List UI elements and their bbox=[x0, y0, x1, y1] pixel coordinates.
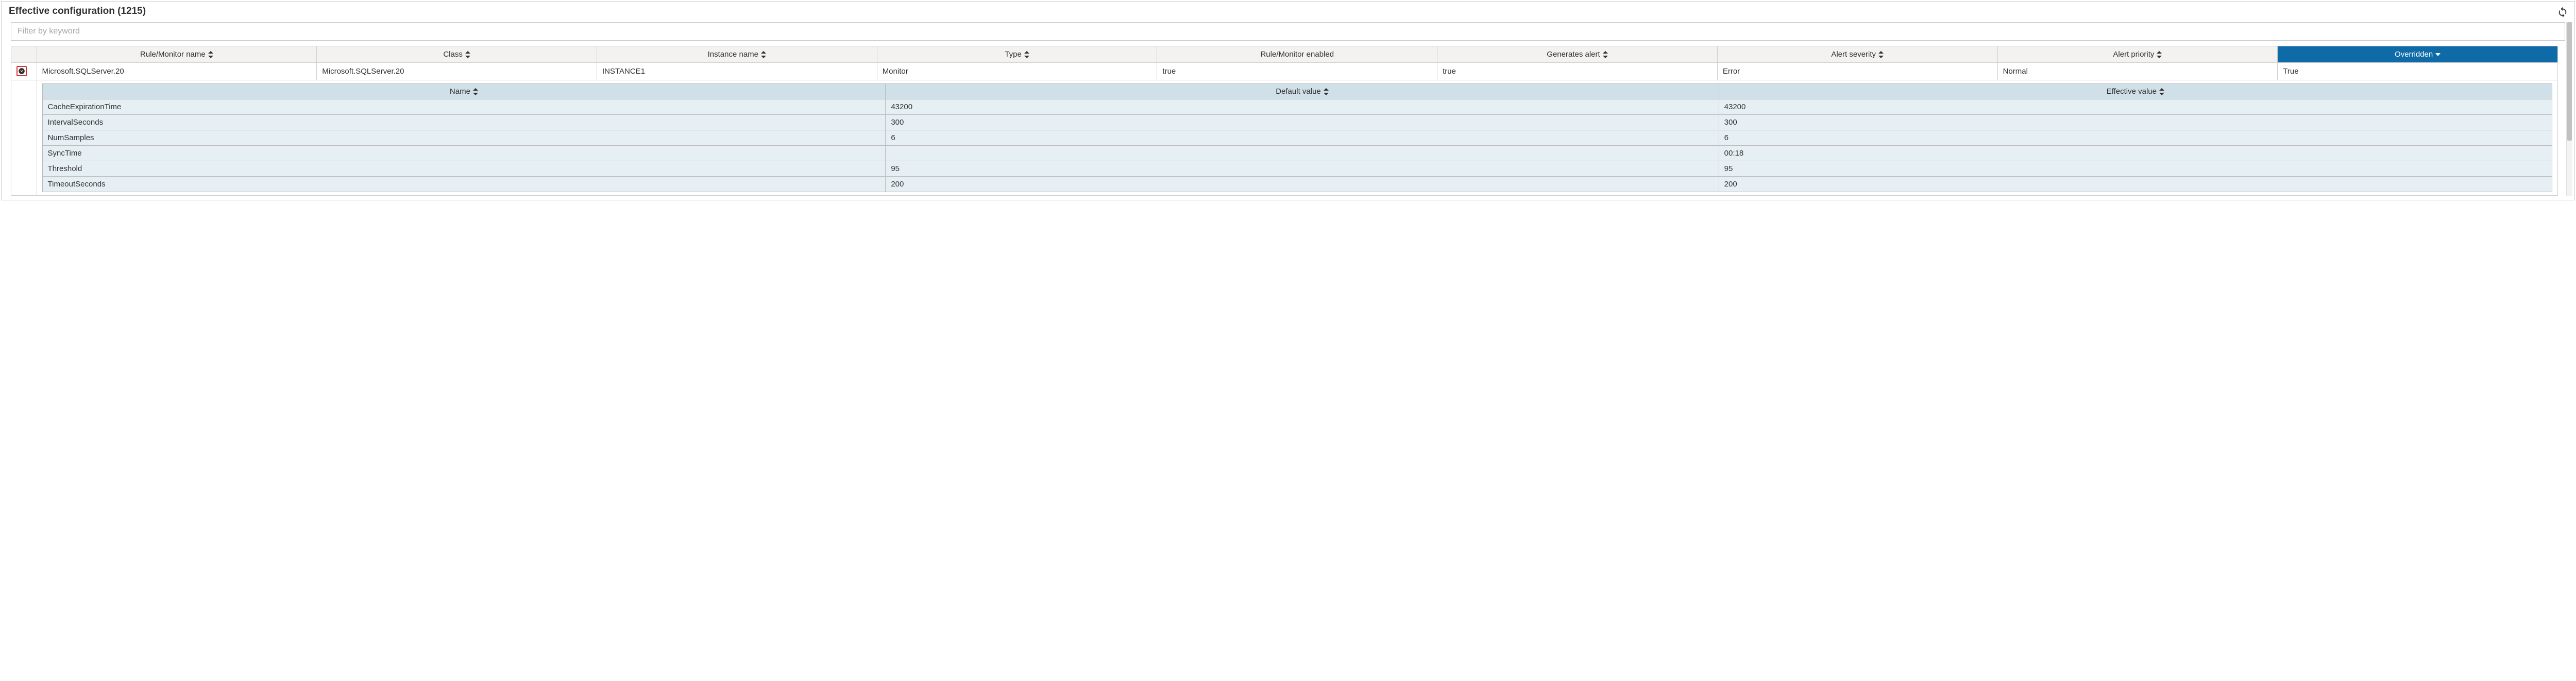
sort-icon bbox=[208, 51, 213, 58]
detail-cell-effective: 200 bbox=[1719, 177, 2552, 192]
scrollbar-thumb[interactable] bbox=[2567, 22, 2572, 141]
detail-host: Name Default value Effective value bbox=[37, 80, 2557, 196]
detail-cell-name: SyncTime bbox=[42, 146, 886, 161]
detail-row: Name Default value Effective value bbox=[11, 80, 2558, 196]
panel-body: Rule/Monitor name Class Instance name Ty… bbox=[4, 22, 2572, 196]
detail-table-row[interactable]: TimeoutSeconds200200 bbox=[42, 177, 2552, 192]
detail-header-row: Name Default value Effective value bbox=[42, 84, 2552, 99]
detail-spacer bbox=[11, 80, 37, 196]
detail-cell-effective: 43200 bbox=[1719, 99, 2552, 115]
vertical-scrollbar[interactable] bbox=[2566, 22, 2572, 196]
expand-row-button[interactable] bbox=[16, 66, 27, 76]
column-header-priority[interactable]: Alert priority bbox=[1997, 46, 2278, 63]
detail-cell-effective: 300 bbox=[1719, 115, 2552, 130]
column-label: Generates alert bbox=[1547, 50, 1600, 59]
cell-priority: Normal bbox=[1997, 63, 2278, 80]
column-header-rule-name[interactable]: Rule/Monitor name bbox=[37, 46, 317, 63]
column-header-expand bbox=[11, 46, 37, 63]
column-label: Instance name bbox=[708, 50, 758, 59]
column-label: Class bbox=[443, 50, 463, 59]
detail-cell-default: 95 bbox=[886, 161, 1719, 177]
sort-icon bbox=[2157, 51, 2162, 58]
panel-header: Effective configuration (1215) bbox=[4, 4, 2572, 22]
detail-cell-effective: 95 bbox=[1719, 161, 2552, 177]
cell-rule-name: Microsoft.SQLServer.20 bbox=[37, 63, 317, 80]
column-header-class[interactable]: Class bbox=[317, 46, 597, 63]
cell-severity: Error bbox=[1717, 63, 1997, 80]
column-label: Type bbox=[1005, 50, 1022, 59]
detail-cell-default: 43200 bbox=[886, 99, 1719, 115]
detail-table-row[interactable]: CacheExpirationTime4320043200 bbox=[42, 99, 2552, 115]
cell-overridden: True bbox=[2278, 63, 2558, 80]
detail-column-header-name[interactable]: Name bbox=[42, 84, 886, 99]
detail-cell-name: TimeoutSeconds bbox=[42, 177, 886, 192]
column-label: Effective value bbox=[2107, 87, 2157, 96]
detail-cell-effective: 00:18 bbox=[1719, 146, 2552, 161]
detail-cell-name: NumSamples bbox=[42, 130, 886, 146]
detail-cell-default: 300 bbox=[886, 115, 1719, 130]
effective-configuration-panel: Effective configuration (1215) Rule bbox=[1, 1, 2575, 200]
detail-grid: Name Default value Effective value bbox=[42, 83, 2552, 192]
column-label: Name bbox=[450, 87, 470, 96]
main-grid: Rule/Monitor name Class Instance name Ty… bbox=[11, 46, 2558, 196]
grid-header-row: Rule/Monitor name Class Instance name Ty… bbox=[11, 46, 2558, 63]
column-header-type[interactable]: Type bbox=[877, 46, 1157, 63]
detail-table-row[interactable]: IntervalSeconds300300 bbox=[42, 115, 2552, 130]
detail-column-header-default[interactable]: Default value bbox=[886, 84, 1719, 99]
filter-input[interactable] bbox=[11, 22, 2565, 41]
detail-cell-default: 200 bbox=[886, 177, 1719, 192]
detail-column-header-effective[interactable]: Effective value bbox=[1719, 84, 2552, 99]
column-label: Alert severity bbox=[1831, 50, 1876, 59]
column-label: Rule/Monitor enabled bbox=[1260, 50, 1334, 59]
sort-icon bbox=[465, 51, 470, 58]
detail-cell-name: Threshold bbox=[42, 161, 886, 177]
panel-title: Effective configuration (1215) bbox=[9, 6, 146, 17]
detail-cell-default bbox=[886, 146, 1719, 161]
sort-icon bbox=[1324, 88, 1329, 95]
refresh-icon[interactable] bbox=[2557, 6, 2568, 17]
column-header-overridden[interactable]: Overridden bbox=[2278, 46, 2558, 63]
cell-generates: true bbox=[1437, 63, 1718, 80]
column-header-generates[interactable]: Generates alert bbox=[1437, 46, 1718, 63]
detail-table-row[interactable]: NumSamples66 bbox=[42, 130, 2552, 146]
cell-type: Monitor bbox=[877, 63, 1157, 80]
detail-cell-default: 6 bbox=[886, 130, 1719, 146]
detail-cell-name: CacheExpirationTime bbox=[42, 99, 886, 115]
expand-cell bbox=[11, 63, 37, 80]
sort-icon bbox=[1878, 51, 1884, 58]
detail-table-row[interactable]: Threshold9595 bbox=[42, 161, 2552, 177]
column-label: Overridden bbox=[2395, 50, 2433, 59]
column-label: Default value bbox=[1276, 87, 1321, 96]
column-header-enabled[interactable]: Rule/Monitor enabled bbox=[1157, 46, 1437, 63]
cell-instance: INSTANCE1 bbox=[597, 63, 877, 80]
column-label: Rule/Monitor name bbox=[140, 50, 206, 59]
sort-icon bbox=[761, 51, 766, 58]
sort-icon bbox=[2159, 88, 2164, 95]
column-label: Alert priority bbox=[2113, 50, 2154, 59]
sort-desc-icon bbox=[2435, 53, 2441, 56]
detail-cell-effective: 6 bbox=[1719, 130, 2552, 146]
sort-icon bbox=[1024, 51, 1029, 58]
cell-enabled: true bbox=[1157, 63, 1437, 80]
column-header-severity[interactable]: Alert severity bbox=[1717, 46, 1997, 63]
sort-icon bbox=[473, 88, 478, 95]
detail-table-row[interactable]: SyncTime 00:18 bbox=[42, 146, 2552, 161]
detail-cell-name: IntervalSeconds bbox=[42, 115, 886, 130]
grid-container: Rule/Monitor name Class Instance name Ty… bbox=[11, 46, 2565, 196]
table-row[interactable]: Microsoft.SQLServer.20 Microsoft.SQLServ… bbox=[11, 63, 2558, 80]
column-header-instance[interactable]: Instance name bbox=[597, 46, 877, 63]
chevron-down-circle-icon bbox=[18, 67, 25, 75]
cell-class: Microsoft.SQLServer.20 bbox=[317, 63, 597, 80]
sort-icon bbox=[1603, 51, 1608, 58]
